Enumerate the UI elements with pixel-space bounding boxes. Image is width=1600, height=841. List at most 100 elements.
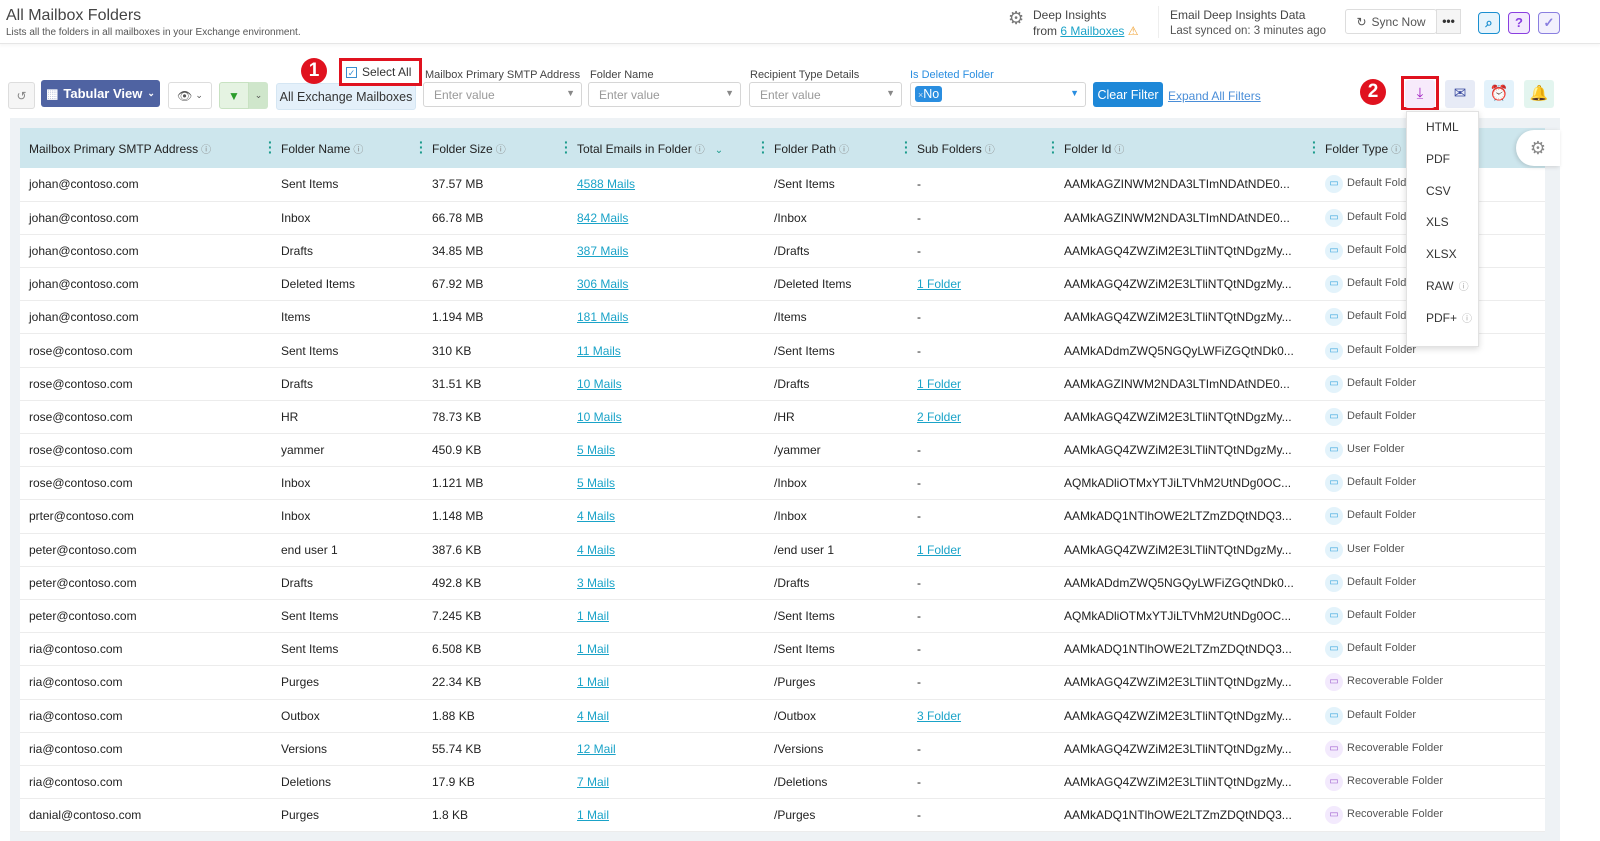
is-deleted-filter-input[interactable]: ×No ▼ — [910, 82, 1086, 107]
column-menu-icon[interactable]: · · · — [1051, 135, 1056, 159]
mails-link[interactable]: 3 Mails — [577, 576, 615, 590]
visibility-button[interactable]: 👁 ⌄ — [168, 82, 212, 109]
table-row[interactable]: rose@contoso.com Drafts 31.51 KB 10 Mails/D… — [20, 367, 1545, 401]
mails-link[interactable]: 4 Mail — [577, 709, 609, 723]
table-row[interactable]: johan@contoso.com Items 1.194 MB 181 Mails /… — [20, 300, 1545, 335]
mails-link[interactable]: 7 Mail — [577, 775, 609, 789]
smtp-filter-input[interactable]: Enter value ▼ — [423, 82, 582, 107]
folder-name-filter-input[interactable]: Enter value ▼ — [588, 82, 741, 107]
table-row[interactable]: ria@contoso.com Versions 55.74 KB 12 Mail/V… — [20, 732, 1545, 766]
search-icon[interactable]: ⌕ — [1478, 12, 1500, 34]
check-badge-icon[interactable]: ✓ — [1538, 12, 1560, 34]
mails-link[interactable]: 387 Mails — [577, 244, 628, 258]
mails-link[interactable]: 10 Mails — [577, 410, 622, 424]
table-row[interactable]: johan@contoso.com Sent Items 37.57 MB 4588 … — [20, 168, 1545, 202]
column-header[interactable]: · · · Folder Id ⓘ — [1051, 128, 1316, 168]
table-cell: ▭ Default Folder — [1316, 699, 1545, 733]
mails-link[interactable]: 5 Mails — [577, 476, 615, 490]
export-option-raw[interactable]: RAW ⓘ — [1407, 271, 1478, 303]
more-options-button[interactable]: ••• — [1436, 9, 1461, 34]
filter-dropdown-chevron[interactable]: ⌄ — [249, 82, 268, 109]
table-row[interactable]: ria@contoso.com Outbox 1.88 KB 4 Mail/Outbo… — [20, 699, 1545, 733]
mailbox-scope-button[interactable]: All Exchange Mailboxes — [276, 83, 416, 110]
sort-desc-icon[interactable]: ⌄ — [715, 145, 723, 156]
column-menu-icon[interactable]: · · · — [419, 135, 424, 159]
column-menu-icon[interactable]: · · · — [1312, 135, 1317, 159]
table-row[interactable]: rose@contoso.com Inbox 1.121 MB 5 Mails/Inb… — [20, 466, 1545, 501]
email-chat-icon[interactable]: ✉ — [1445, 80, 1475, 108]
mails-link[interactable]: 1 Mail — [577, 609, 609, 623]
table-row[interactable]: peter@contoso.com Drafts 492.8 KB 3 Mails/D… — [20, 566, 1545, 600]
column-menu-icon[interactable]: · · · — [904, 135, 909, 159]
clear-filter-button[interactable]: Clear Filter — [1093, 82, 1163, 107]
table-row[interactable]: peter@contoso.com Sent Items 7.245 KB 1 Mai… — [20, 599, 1545, 634]
mails-link[interactable]: 5 Mails — [577, 443, 615, 457]
bell-icon[interactable]: 🔔 — [1524, 80, 1554, 108]
subfolders-link[interactable]: 3 Folder — [917, 709, 961, 723]
recipient-type-filter-input[interactable]: Enter value ▼ — [749, 82, 902, 107]
column-header[interactable]: · · · Total Emails in Folder ⓘ ⌄ — [564, 128, 765, 168]
table-row[interactable]: rose@contoso.com Sent Items 310 KB 11 Mails… — [20, 333, 1545, 368]
mails-link[interactable]: 12 Mail — [577, 742, 616, 756]
filter-icon[interactable]: ▼ — [219, 82, 249, 109]
help-icon[interactable]: ? — [1508, 12, 1530, 34]
table-cell: - — [908, 234, 1055, 269]
table-row[interactable]: johan@contoso.com Drafts 34.85 MB 387 Mails… — [20, 234, 1545, 269]
mails-link[interactable]: 4 Mails — [577, 509, 615, 523]
table-cell: AAMkAGZINWM2NDA3LTImNDAtNDE0... — [1055, 201, 1316, 235]
table-row[interactable]: ria@contoso.com Deletions 17.9 KB 7 Mail/De… — [20, 765, 1545, 800]
table-row[interactable]: peter@contoso.com end user 1 387.6 KB 4 Mai… — [20, 533, 1545, 567]
table-cell: /Purges — [765, 798, 908, 833]
table-row[interactable]: rose@contoso.com yammer 450.9 KB 5 Mails/ya… — [20, 433, 1545, 468]
column-header[interactable]: · · · Sub Folders ⓘ — [904, 128, 1055, 168]
export-option-csv[interactable]: CSV — [1407, 176, 1478, 208]
tabular-view-button[interactable]: ▦ Tabular View ⌄ — [41, 80, 160, 107]
column-header[interactable]: · · · Folder Path ⓘ — [761, 128, 908, 168]
mails-link[interactable]: 181 Mails — [577, 310, 628, 324]
column-header[interactable]: · · · Folder Name ⓘ — [268, 128, 423, 168]
subfolders-link[interactable]: 1 Folder — [917, 377, 961, 391]
column-menu-icon[interactable]: · · · — [564, 135, 569, 159]
mails-link[interactable]: 306 Mails — [577, 277, 628, 291]
export-option-html[interactable]: HTML — [1407, 112, 1478, 144]
table-row[interactable]: danial@contoso.com Purges 1.8 KB 1 Mail/Pur… — [20, 798, 1545, 833]
mails-link[interactable]: 1 Mail — [577, 675, 609, 689]
mails-link[interactable]: 4 Mails — [577, 543, 615, 557]
table-row[interactable]: johan@contoso.com Inbox 66.78 MB 842 Mails /… — [20, 201, 1545, 235]
export-option-pdf-plus[interactable]: PDF+ ⓘ — [1407, 303, 1478, 335]
filter-tag[interactable]: ×No — [915, 86, 943, 102]
column-header[interactable]: · · · Folder Size ⓘ — [419, 128, 568, 168]
column-menu-icon[interactable]: · · · — [268, 135, 273, 159]
column-settings-icon[interactable]: ⚙ — [1516, 130, 1560, 166]
mails-link[interactable]: 1 Mail — [577, 808, 609, 822]
cell-text: /yammer — [774, 443, 821, 458]
alarm-clock-icon[interactable]: ⏰ — [1484, 80, 1514, 108]
export-option-xls[interactable]: XLS — [1407, 207, 1478, 239]
table-row[interactable]: prter@contoso.com Inbox 1.148 MB 4 Mails/In… — [20, 499, 1545, 534]
mails-link[interactable]: 10 Mails — [577, 377, 622, 391]
reset-icon[interactable]: ↺ — [8, 82, 35, 109]
subfolders-link[interactable]: 1 Folder — [917, 277, 961, 291]
subfolders-link[interactable]: 2 Folder — [917, 410, 961, 424]
table-row[interactable]: ria@contoso.com Purges 22.34 KB 1 Mail/Purg… — [20, 665, 1545, 700]
sync-now-button[interactable]: ↻ Sync Now — [1345, 9, 1437, 34]
subfolders-link[interactable]: 1 Folder — [917, 543, 961, 557]
table-cell: 10 Mails — [568, 400, 765, 435]
expand-all-filters-link[interactable]: Expand All Filters — [1168, 89, 1261, 103]
column-header[interactable]: Mailbox Primary SMTP Address ⓘ — [20, 128, 272, 168]
mailboxes-link[interactable]: 6 Mailboxes — [1060, 24, 1124, 38]
table-row[interactable]: rose@contoso.com HR 78.73 KB 10 Mails/HR 2 F… — [20, 400, 1545, 435]
select-all-checkbox[interactable]: ✓ Select All — [346, 65, 411, 79]
cell-text: AAMkAGQ4ZWZiM2E3LTliNTQtNDgzMy... — [1064, 675, 1292, 690]
mails-link[interactable]: 4588 Mails — [577, 177, 635, 191]
mails-link[interactable]: 11 Mails — [577, 344, 621, 358]
mails-link[interactable]: 1 Mail — [577, 642, 609, 656]
mails-link[interactable]: 842 Mails — [577, 211, 628, 225]
download-icon[interactable]: ⤓ — [1405, 80, 1435, 108]
table-row[interactable]: ria@contoso.com Sent Items 6.508 KB 1 Mail /… — [20, 632, 1545, 667]
column-menu-icon[interactable]: · · · — [761, 135, 766, 159]
export-option-xlsx[interactable]: XLSX — [1407, 239, 1478, 271]
export-option-pdf[interactable]: PDF — [1407, 144, 1478, 176]
table-cell: 306 Mails — [568, 267, 765, 302]
table-row[interactable]: johan@contoso.com Deleted Items 67.92 MB 30… — [20, 267, 1545, 302]
